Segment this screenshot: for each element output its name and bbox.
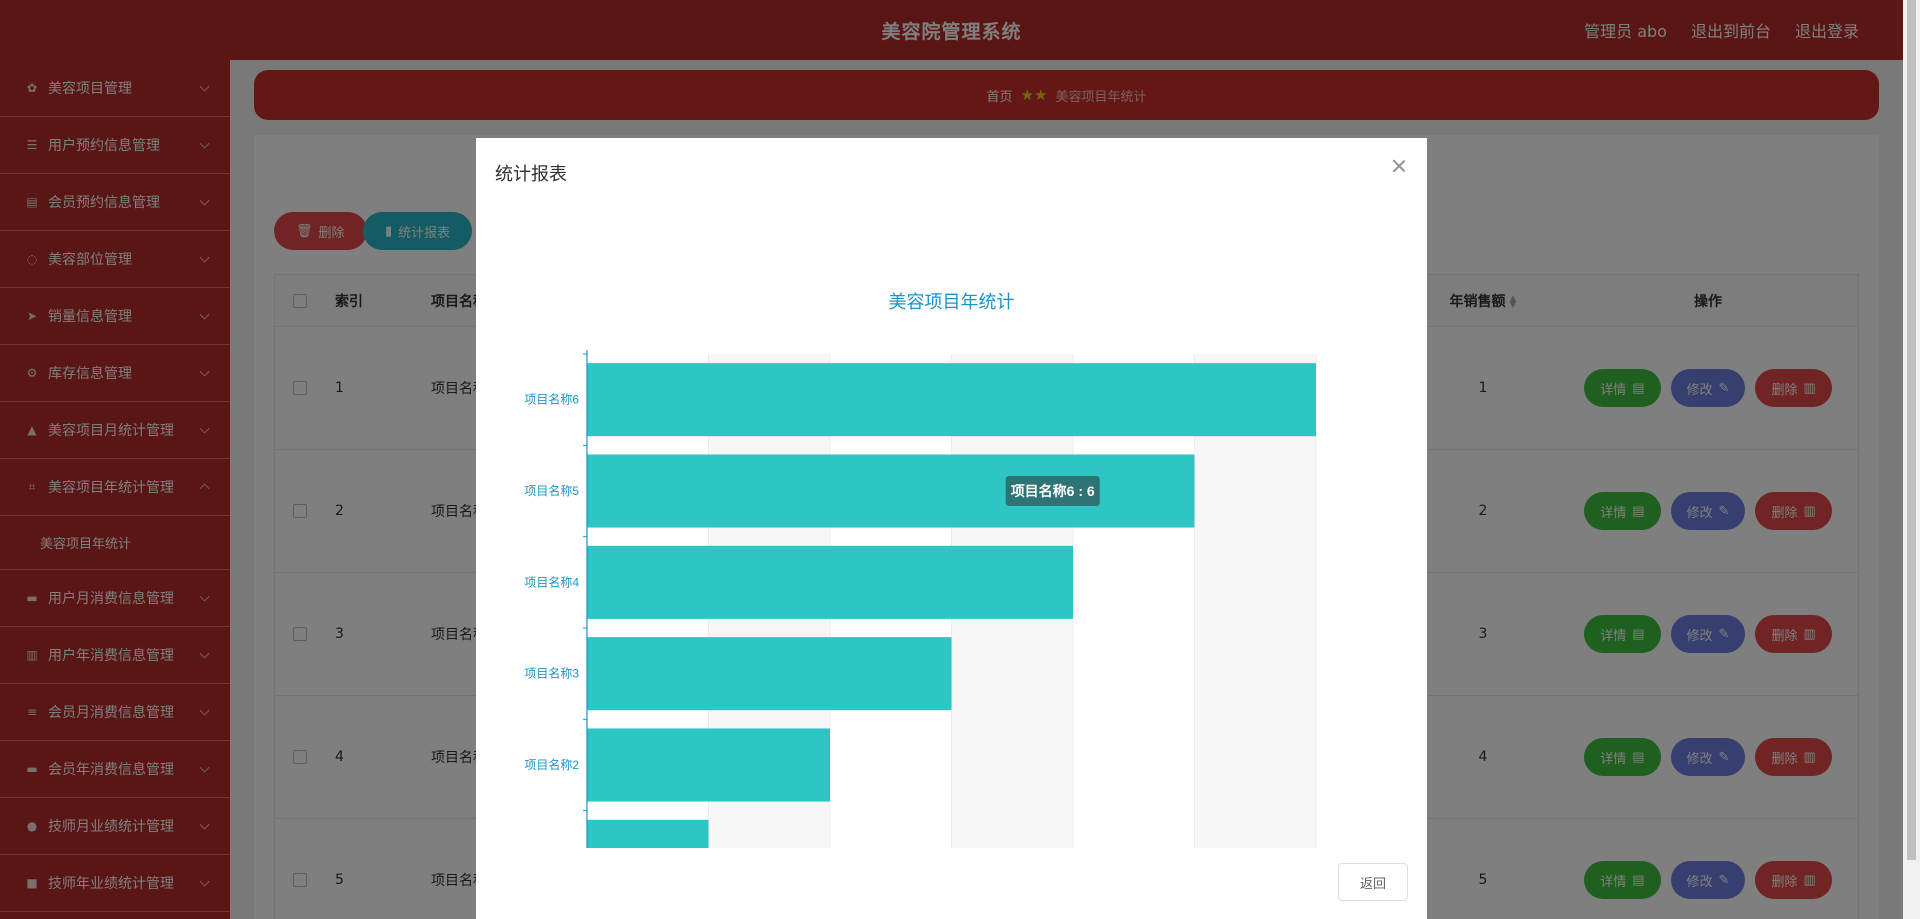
- chart-category-label: 项目名称2: [524, 757, 579, 772]
- chart-bar: [587, 363, 1316, 437]
- chart-category-label: 项目名称4: [524, 574, 579, 589]
- chart-bar: [587, 819, 709, 848]
- close-icon[interactable]: [1389, 156, 1409, 176]
- chart-category-label: 项目名称6: [524, 392, 579, 407]
- vertical-scrollbar[interactable]: [1903, 0, 1920, 919]
- stats-modal: 统计报表 美容项目年统计项目名称1项目名称2项目名称3项目名称4项目名称5项目名…: [476, 138, 1427, 919]
- modal-title: 统计报表: [495, 164, 567, 185]
- chart-title: 美容项目年统计: [889, 292, 1015, 312]
- back-button[interactable]: 返回: [1338, 863, 1408, 901]
- chart-category-label: 项目名称3: [524, 666, 579, 681]
- chart-bar: [587, 545, 1073, 619]
- chart-category-label: 项目名称5: [524, 483, 579, 498]
- chart-tooltip-text: 项目名称6 : 6: [1011, 483, 1095, 499]
- scrollbar-thumb[interactable]: [1907, 0, 1916, 860]
- bar-chart: 美容项目年统计项目名称1项目名称2项目名称3项目名称4项目名称5项目名称6012…: [524, 292, 1317, 848]
- chart-bar: [587, 454, 1195, 528]
- chart-bar: [587, 637, 952, 711]
- chart-bar: [587, 728, 830, 802]
